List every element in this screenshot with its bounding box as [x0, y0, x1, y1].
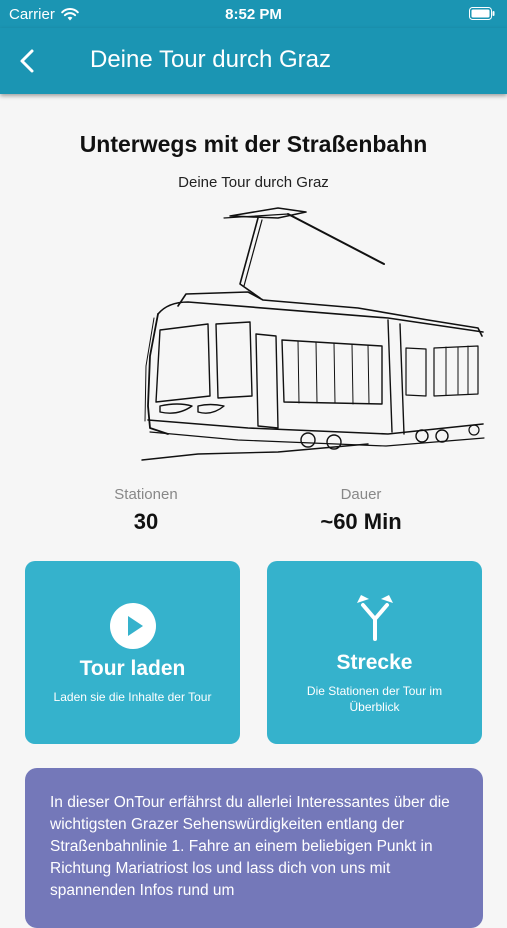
stat-stations-label: Stationen: [114, 486, 178, 503]
hero-title: Unterwegs mit der Straßenbahn: [79, 131, 428, 157]
tour-description: In dieser OnTour erfährst du allerlei In…: [25, 768, 483, 928]
route-title: Strecke: [336, 651, 413, 674]
tram-illustration: [141, 207, 485, 461]
stat-duration-value: ~60 Min: [320, 509, 402, 534]
tour-description-text: In dieser OnTour erfährst du allerlei In…: [50, 794, 450, 899]
route-button[interactable]: Strecke Die Stationen der Tour im Überbl…: [267, 561, 482, 744]
load-tour-button[interactable]: Tour laden Laden sie die Inhalte der Tou…: [25, 561, 240, 744]
nav-bar: Deine Tour durch Graz: [0, 28, 507, 94]
status-time: 8:52 PM: [225, 6, 282, 23]
status-bar: Carrier 8:52 PM: [0, 0, 507, 28]
tour-content: Unterwegs mit der Straßenbahn Deine Tour…: [0, 96, 507, 928]
hero-subtitle: Deine Tour durch Graz: [178, 174, 329, 191]
load-tour-title: Tour laden: [79, 657, 186, 680]
load-tour-subtitle: Laden sie die Inhalte der Tour: [53, 690, 212, 704]
stat-stations: Stationen 30: [46, 486, 246, 535]
chevron-left-icon: [20, 49, 34, 73]
play-circle-icon: [110, 603, 156, 649]
stat-duration-label: Dauer: [340, 486, 382, 503]
back-button[interactable]: [12, 45, 44, 77]
route-split-icon: [357, 595, 393, 641]
route-subtitle: Die Stationen der Tour im Überblick: [306, 684, 443, 714]
battery-icon: [469, 7, 495, 20]
stat-stations-value: 30: [133, 509, 159, 534]
stat-duration: Dauer ~60 Min: [261, 486, 461, 535]
nav-title: Deine Tour durch Graz: [90, 46, 332, 73]
